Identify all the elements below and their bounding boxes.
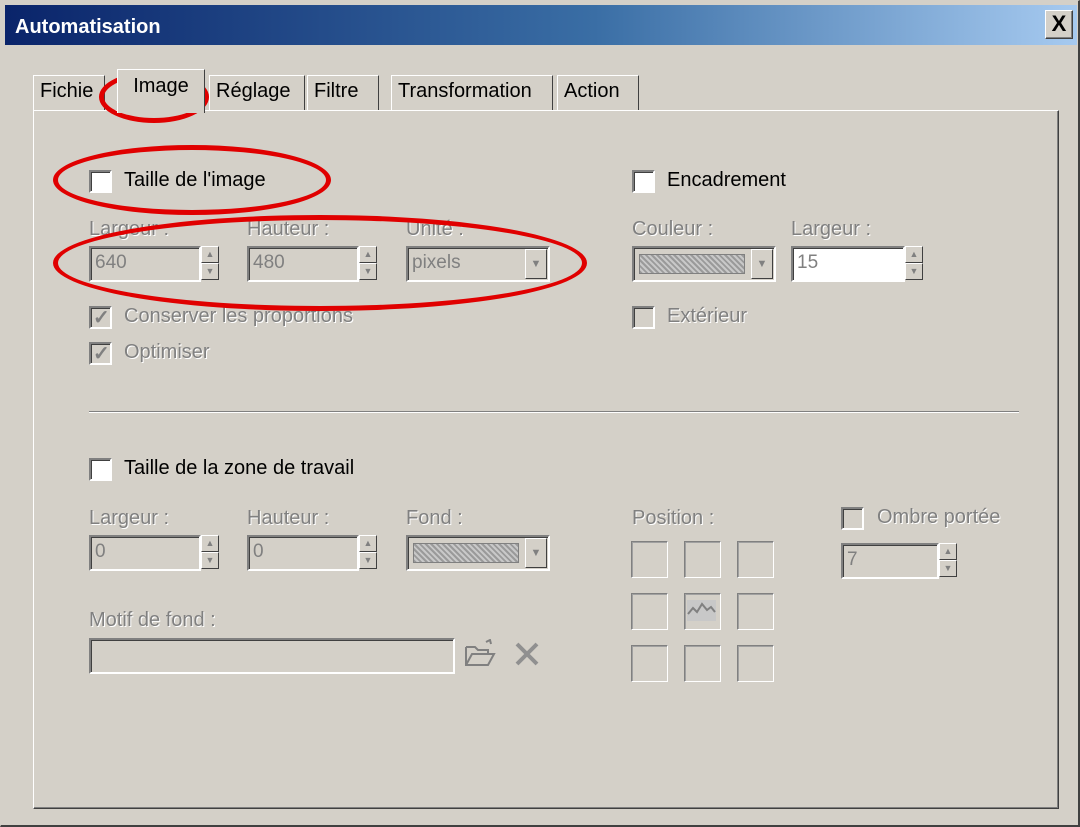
exterior-checkbox[interactable] <box>632 306 655 329</box>
image-thumbnail-icon <box>687 600 716 621</box>
workspace-width-spinner[interactable]: ▲ ▼ <box>201 535 219 571</box>
title-bar[interactable]: Automatisation X <box>5 5 1077 45</box>
spin-down-icon[interactable]: ▼ <box>201 552 219 569</box>
position-cell-top-center[interactable] <box>684 541 721 578</box>
position-cell-bottom-center[interactable] <box>684 645 721 682</box>
spin-down-icon[interactable]: ▼ <box>905 263 923 280</box>
tab-transformation[interactable]: Transformation <box>391 75 553 111</box>
spin-down-icon[interactable]: ▼ <box>939 560 957 577</box>
image-width-input[interactable]: 640 <box>89 246 201 282</box>
frame-color-select[interactable]: ▼ <box>632 246 776 282</box>
workspace-width-label: Largeur : <box>89 507 170 529</box>
window-title: Automatisation <box>15 16 161 38</box>
shadow-label: Ombre portée <box>877 506 1001 528</box>
tab-fichier[interactable]: Fichie <box>33 75 105 111</box>
position-cell-bottom-left[interactable] <box>631 645 668 682</box>
position-label: Position : <box>632 507 715 529</box>
workspace-height-label: Hauteur : <box>247 507 330 529</box>
tab-reglage[interactable]: Réglage <box>209 75 305 111</box>
workspace-size-label: Taille de la zone de travail <box>124 457 355 479</box>
shadow-input[interactable]: 7 <box>841 543 939 579</box>
position-cell-top-left[interactable] <box>631 541 668 578</box>
spin-up-icon[interactable]: ▲ <box>359 246 377 263</box>
chevron-down-icon[interactable]: ▼ <box>525 249 547 279</box>
spin-up-icon[interactable]: ▲ <box>359 535 377 552</box>
image-size-checkbox[interactable] <box>89 170 112 193</box>
spin-down-icon[interactable]: ▼ <box>359 552 377 569</box>
spin-up-icon[interactable]: ▲ <box>939 543 957 560</box>
frame-width-label: Largeur : <box>791 218 872 240</box>
frame-width-spinner[interactable]: ▲ ▼ <box>905 246 923 282</box>
workspace-width-input[interactable]: 0 <box>89 535 201 571</box>
optimize-checkbox[interactable]: ✓ <box>89 342 112 365</box>
tab-image[interactable]: Image <box>117 69 205 113</box>
image-width-label: Largeur : <box>89 218 170 240</box>
workspace-height-spinner[interactable]: ▲ ▼ <box>359 535 377 571</box>
section-divider <box>89 411 1019 413</box>
shadow-spinner[interactable]: ▲ ▼ <box>939 543 957 579</box>
frame-checkbox[interactable] <box>632 170 655 193</box>
delete-x-icon[interactable] <box>514 641 540 674</box>
image-height-label: Hauteur : <box>247 218 330 240</box>
workspace-height-input[interactable]: 0 <box>247 535 359 571</box>
chevron-down-icon[interactable]: ▼ <box>525 538 547 568</box>
frame-label: Encadrement <box>667 169 786 191</box>
frame-color-label: Couleur : <box>632 218 714 240</box>
optimize-label: Optimiser <box>124 341 210 363</box>
position-cell-bottom-right[interactable] <box>737 645 774 682</box>
image-size-label: Taille de l'image <box>124 169 266 191</box>
checkmark-icon: ✓ <box>93 343 110 365</box>
spin-down-icon[interactable]: ▼ <box>359 263 377 280</box>
pattern-input[interactable] <box>89 638 455 674</box>
background-select[interactable]: ▼ <box>406 535 550 571</box>
pattern-label: Motif de fond : <box>89 609 216 631</box>
position-cell-middle-right[interactable] <box>737 593 774 630</box>
background-label: Fond : <box>406 507 463 529</box>
folder-open-icon[interactable] <box>464 638 496 676</box>
color-swatch <box>413 543 519 563</box>
checkmark-icon: ✓ <box>93 307 110 329</box>
spin-up-icon[interactable]: ▲ <box>905 246 923 263</box>
unit-select[interactable]: pixels ▼ <box>406 246 550 282</box>
position-cell-center[interactable] <box>684 593 721 630</box>
shadow-checkbox[interactable] <box>841 507 864 530</box>
position-cell-middle-left[interactable] <box>631 593 668 630</box>
tab-filtre[interactable]: Filtre <box>307 75 379 111</box>
dialog-window: Automatisation X Fichie Image Réglage Fi… <box>0 0 1080 827</box>
frame-width-input[interactable]: 15 <box>791 246 905 282</box>
tab-action[interactable]: Action <box>557 75 639 111</box>
unit-select-value: pixels <box>412 252 461 273</box>
spin-up-icon[interactable]: ▲ <box>201 535 219 552</box>
spin-up-icon[interactable]: ▲ <box>201 246 219 263</box>
image-height-spinner[interactable]: ▲ ▼ <box>359 246 377 282</box>
position-cell-top-right[interactable] <box>737 541 774 578</box>
image-height-input[interactable]: 480 <box>247 246 359 282</box>
color-swatch <box>639 254 745 274</box>
unit-label: Unité : <box>406 218 464 240</box>
workspace-size-checkbox[interactable] <box>89 458 112 481</box>
chevron-down-icon[interactable]: ▼ <box>751 249 773 279</box>
spin-down-icon[interactable]: ▼ <box>201 263 219 280</box>
exterior-label: Extérieur <box>667 305 748 327</box>
close-button[interactable]: X <box>1045 10 1073 39</box>
keep-proportions-checkbox[interactable]: ✓ <box>89 306 112 329</box>
image-tab-panel: Taille de l'image Largeur : 640 ▲ ▼ Haute… <box>33 110 1059 809</box>
image-width-spinner[interactable]: ▲ ▼ <box>201 246 219 282</box>
keep-proportions-label: Conserver les proportions <box>124 305 353 327</box>
